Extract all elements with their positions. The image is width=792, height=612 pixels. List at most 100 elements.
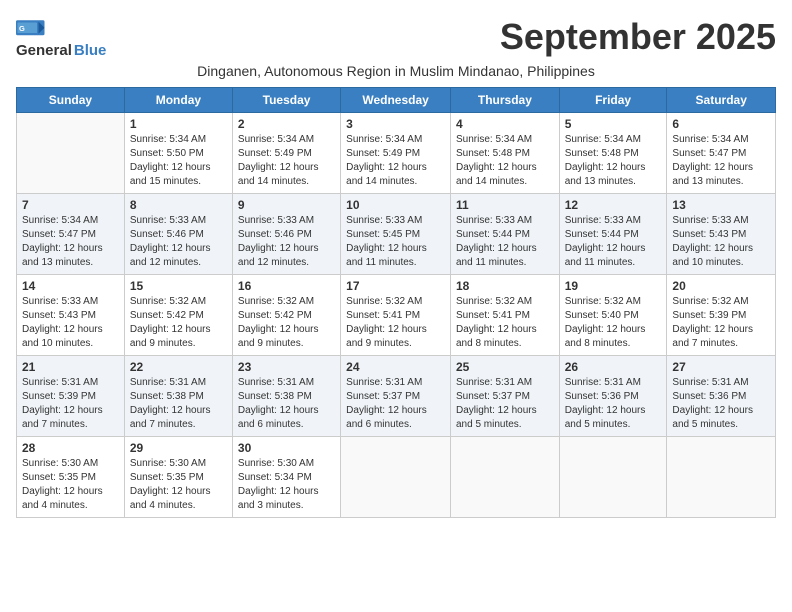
day-number: 20	[672, 279, 770, 293]
day-number: 30	[238, 441, 335, 455]
day-number: 3	[346, 117, 445, 131]
calendar-cell: 17 Sunrise: 5:32 AMSunset: 5:41 PMDayligh…	[341, 275, 451, 356]
day-details: Sunrise: 5:33 AMSunset: 5:44 PMDaylight:…	[456, 214, 554, 270]
day-details: Sunrise: 5:34 AMSunset: 5:50 PMDaylight:…	[130, 133, 227, 189]
day-details: Sunrise: 5:30 AMSunset: 5:35 PMDaylight:…	[130, 457, 227, 513]
calendar-cell: 16 Sunrise: 5:32 AMSunset: 5:42 PMDayligh…	[232, 275, 340, 356]
svg-text:G: G	[19, 24, 25, 33]
calendar-cell	[450, 437, 559, 518]
calendar-week-1: 7Sunrise: 5:34 AMSunset: 5:47 PMDaylight…	[17, 194, 776, 275]
day-details: Sunrise: 5:31 AMSunset: 5:39 PMDaylight:…	[22, 376, 119, 432]
day-details: Sunrise: 5:31 AMSunset: 5:38 PMDaylight:…	[238, 376, 335, 432]
day-details: Sunrise: 5:31 AMSunset: 5:38 PMDaylight:…	[130, 376, 227, 432]
day-details: Sunrise: 5:32 AMSunset: 5:42 PMDaylight:…	[238, 295, 335, 351]
day-details: Sunrise: 5:30 AMSunset: 5:34 PMDaylight:…	[238, 457, 335, 513]
day-number: 12	[565, 198, 662, 212]
calendar-cell: 14Sunrise: 5:33 AMSunset: 5:43 PMDayligh…	[17, 275, 125, 356]
calendar-cell: 21 Sunrise: 5:31 AMSunset: 5:39 PMDayligh…	[17, 356, 125, 437]
calendar-cell: 22Sunrise: 5:31 AMSunset: 5:38 PMDayligh…	[124, 356, 232, 437]
day-number: 11	[456, 198, 554, 212]
calendar-cell: 8Sunrise: 5:33 AMSunset: 5:46 PMDaylight…	[124, 194, 232, 275]
day-details: Sunrise: 5:34 AMSunset: 5:47 PMDaylight:…	[672, 133, 770, 189]
calendar-cell: 11 Sunrise: 5:33 AMSunset: 5:44 PMDayligh…	[450, 194, 559, 275]
calendar-week-3: 21 Sunrise: 5:31 AMSunset: 5:39 PMDayligh…	[17, 356, 776, 437]
header-monday: Monday	[124, 88, 232, 113]
header-sunday: Sunday	[17, 88, 125, 113]
calendar-cell: 19 Sunrise: 5:32 AMSunset: 5:40 PMDayligh…	[559, 275, 667, 356]
logo: G General Blue	[16, 20, 106, 59]
calendar-cell: 7Sunrise: 5:34 AMSunset: 5:47 PMDaylight…	[17, 194, 125, 275]
day-details: Sunrise: 5:32 AMSunset: 5:42 PMDaylight:…	[130, 295, 227, 351]
calendar-cell: 28 Sunrise: 5:30 AMSunset: 5:35 PMDayligh…	[17, 437, 125, 518]
day-number: 13	[672, 198, 770, 212]
header-thursday: Thursday	[450, 88, 559, 113]
day-details: Sunrise: 5:31 AMSunset: 5:37 PMDaylight:…	[346, 376, 445, 432]
day-details: Sunrise: 5:32 AMSunset: 5:41 PMDaylight:…	[346, 295, 445, 351]
day-number: 19	[565, 279, 662, 293]
day-number: 23	[238, 360, 335, 374]
day-details: Sunrise: 5:31 AMSunset: 5:36 PMDaylight:…	[565, 376, 662, 432]
calendar-table: SundayMondayTuesdayWednesdayThursdayFrid…	[16, 87, 776, 518]
day-number: 25	[456, 360, 554, 374]
day-number: 9	[238, 198, 335, 212]
calendar-cell: 25 Sunrise: 5:31 AMSunset: 5:37 PMDayligh…	[450, 356, 559, 437]
calendar-week-0: 1 Sunrise: 5:34 AMSunset: 5:50 PMDaylight…	[17, 113, 776, 194]
day-number: 16	[238, 279, 335, 293]
logo-general-text: General	[16, 42, 72, 59]
calendar-cell	[559, 437, 667, 518]
calendar-header-row: SundayMondayTuesdayWednesdayThursdayFrid…	[17, 88, 776, 113]
calendar-cell: 20 Sunrise: 5:32 AMSunset: 5:39 PMDayligh…	[667, 275, 776, 356]
calendar-cell: 6 Sunrise: 5:34 AMSunset: 5:47 PMDaylight…	[667, 113, 776, 194]
calendar-cell: 23 Sunrise: 5:31 AMSunset: 5:38 PMDayligh…	[232, 356, 340, 437]
calendar-cell: 18 Sunrise: 5:32 AMSunset: 5:41 PMDayligh…	[450, 275, 559, 356]
day-details: Sunrise: 5:30 AMSunset: 5:35 PMDaylight:…	[22, 457, 119, 513]
header-saturday: Saturday	[667, 88, 776, 113]
calendar-cell	[667, 437, 776, 518]
calendar-cell: 26 Sunrise: 5:31 AMSunset: 5:36 PMDayligh…	[559, 356, 667, 437]
day-number: 28	[22, 441, 119, 455]
calendar-subtitle: Dinganen, Autonomous Region in Muslim Mi…	[16, 63, 776, 79]
day-details: Sunrise: 5:34 AMSunset: 5:47 PMDaylight:…	[22, 214, 119, 270]
calendar-cell: 15 Sunrise: 5:32 AMSunset: 5:42 PMDayligh…	[124, 275, 232, 356]
day-number: 26	[565, 360, 662, 374]
day-number: 15	[130, 279, 227, 293]
calendar-cell: 29 Sunrise: 5:30 AMSunset: 5:35 PMDayligh…	[124, 437, 232, 518]
day-details: Sunrise: 5:31 AMSunset: 5:37 PMDaylight:…	[456, 376, 554, 432]
header-wednesday: Wednesday	[341, 88, 451, 113]
calendar-cell: 24 Sunrise: 5:31 AMSunset: 5:37 PMDayligh…	[341, 356, 451, 437]
logo-blue-text: Blue	[74, 42, 107, 59]
day-details: Sunrise: 5:33 AMSunset: 5:46 PMDaylight:…	[238, 214, 335, 270]
day-number: 4	[456, 117, 554, 131]
day-number: 2	[238, 117, 335, 131]
day-details: Sunrise: 5:32 AMSunset: 5:40 PMDaylight:…	[565, 295, 662, 351]
day-number: 18	[456, 279, 554, 293]
day-number: 17	[346, 279, 445, 293]
calendar-cell	[341, 437, 451, 518]
day-details: Sunrise: 5:32 AMSunset: 5:39 PMDaylight:…	[672, 295, 770, 351]
day-number: 27	[672, 360, 770, 374]
calendar-cell: 12Sunrise: 5:33 AMSunset: 5:44 PMDayligh…	[559, 194, 667, 275]
day-number: 10	[346, 198, 445, 212]
day-number: 21	[22, 360, 119, 374]
calendar-cell: 30 Sunrise: 5:30 AMSunset: 5:34 PMDayligh…	[232, 437, 340, 518]
day-number: 14	[22, 279, 119, 293]
day-number: 1	[130, 117, 227, 131]
day-details: Sunrise: 5:31 AMSunset: 5:36 PMDaylight:…	[672, 376, 770, 432]
header-friday: Friday	[559, 88, 667, 113]
calendar-week-4: 28 Sunrise: 5:30 AMSunset: 5:35 PMDayligh…	[17, 437, 776, 518]
calendar-week-2: 14Sunrise: 5:33 AMSunset: 5:43 PMDayligh…	[17, 275, 776, 356]
day-number: 24	[346, 360, 445, 374]
day-details: Sunrise: 5:33 AMSunset: 5:43 PMDaylight:…	[672, 214, 770, 270]
calendar-cell: 13 Sunrise: 5:33 AMSunset: 5:43 PMDayligh…	[667, 194, 776, 275]
day-number: 6	[672, 117, 770, 131]
day-number: 29	[130, 441, 227, 455]
day-number: 5	[565, 117, 662, 131]
calendar-cell: 27 Sunrise: 5:31 AMSunset: 5:36 PMDayligh…	[667, 356, 776, 437]
calendar-cell	[17, 113, 125, 194]
day-details: Sunrise: 5:34 AMSunset: 5:49 PMDaylight:…	[346, 133, 445, 189]
day-number: 8	[130, 198, 227, 212]
day-details: Sunrise: 5:32 AMSunset: 5:41 PMDaylight:…	[456, 295, 554, 351]
calendar-cell: 1 Sunrise: 5:34 AMSunset: 5:50 PMDaylight…	[124, 113, 232, 194]
day-details: Sunrise: 5:34 AMSunset: 5:48 PMDaylight:…	[565, 133, 662, 189]
month-title: September 2025	[500, 16, 776, 58]
